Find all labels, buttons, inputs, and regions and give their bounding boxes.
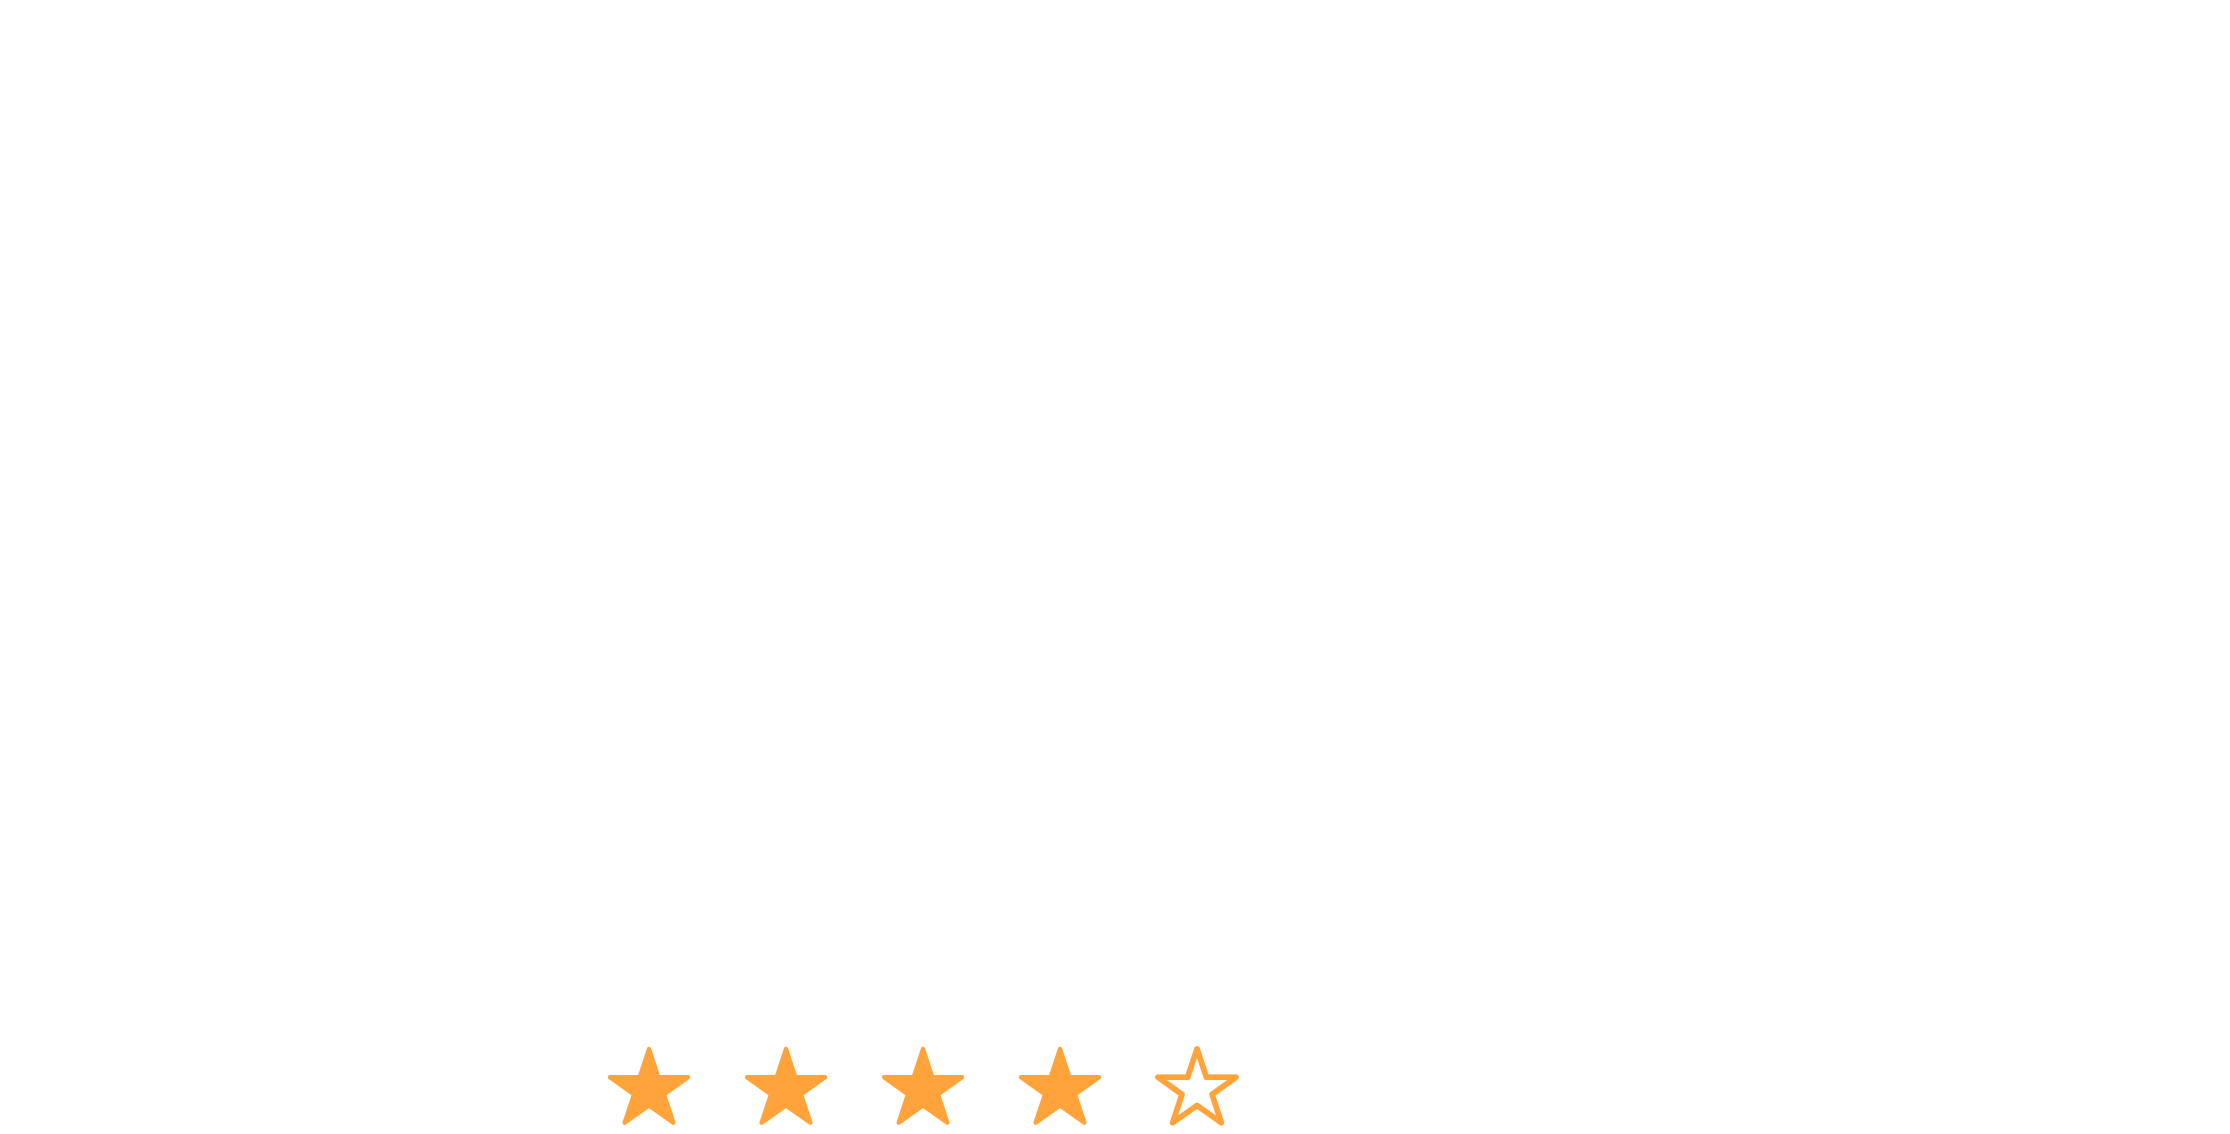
star-4-icon[interactable] [1017, 1041, 1103, 1127]
star-2-icon[interactable] [743, 1041, 829, 1127]
star-rating[interactable] [606, 1038, 1240, 1130]
star-1-icon[interactable] [606, 1041, 692, 1127]
star-3-icon[interactable] [880, 1041, 966, 1127]
star-5-icon[interactable] [1154, 1041, 1240, 1127]
